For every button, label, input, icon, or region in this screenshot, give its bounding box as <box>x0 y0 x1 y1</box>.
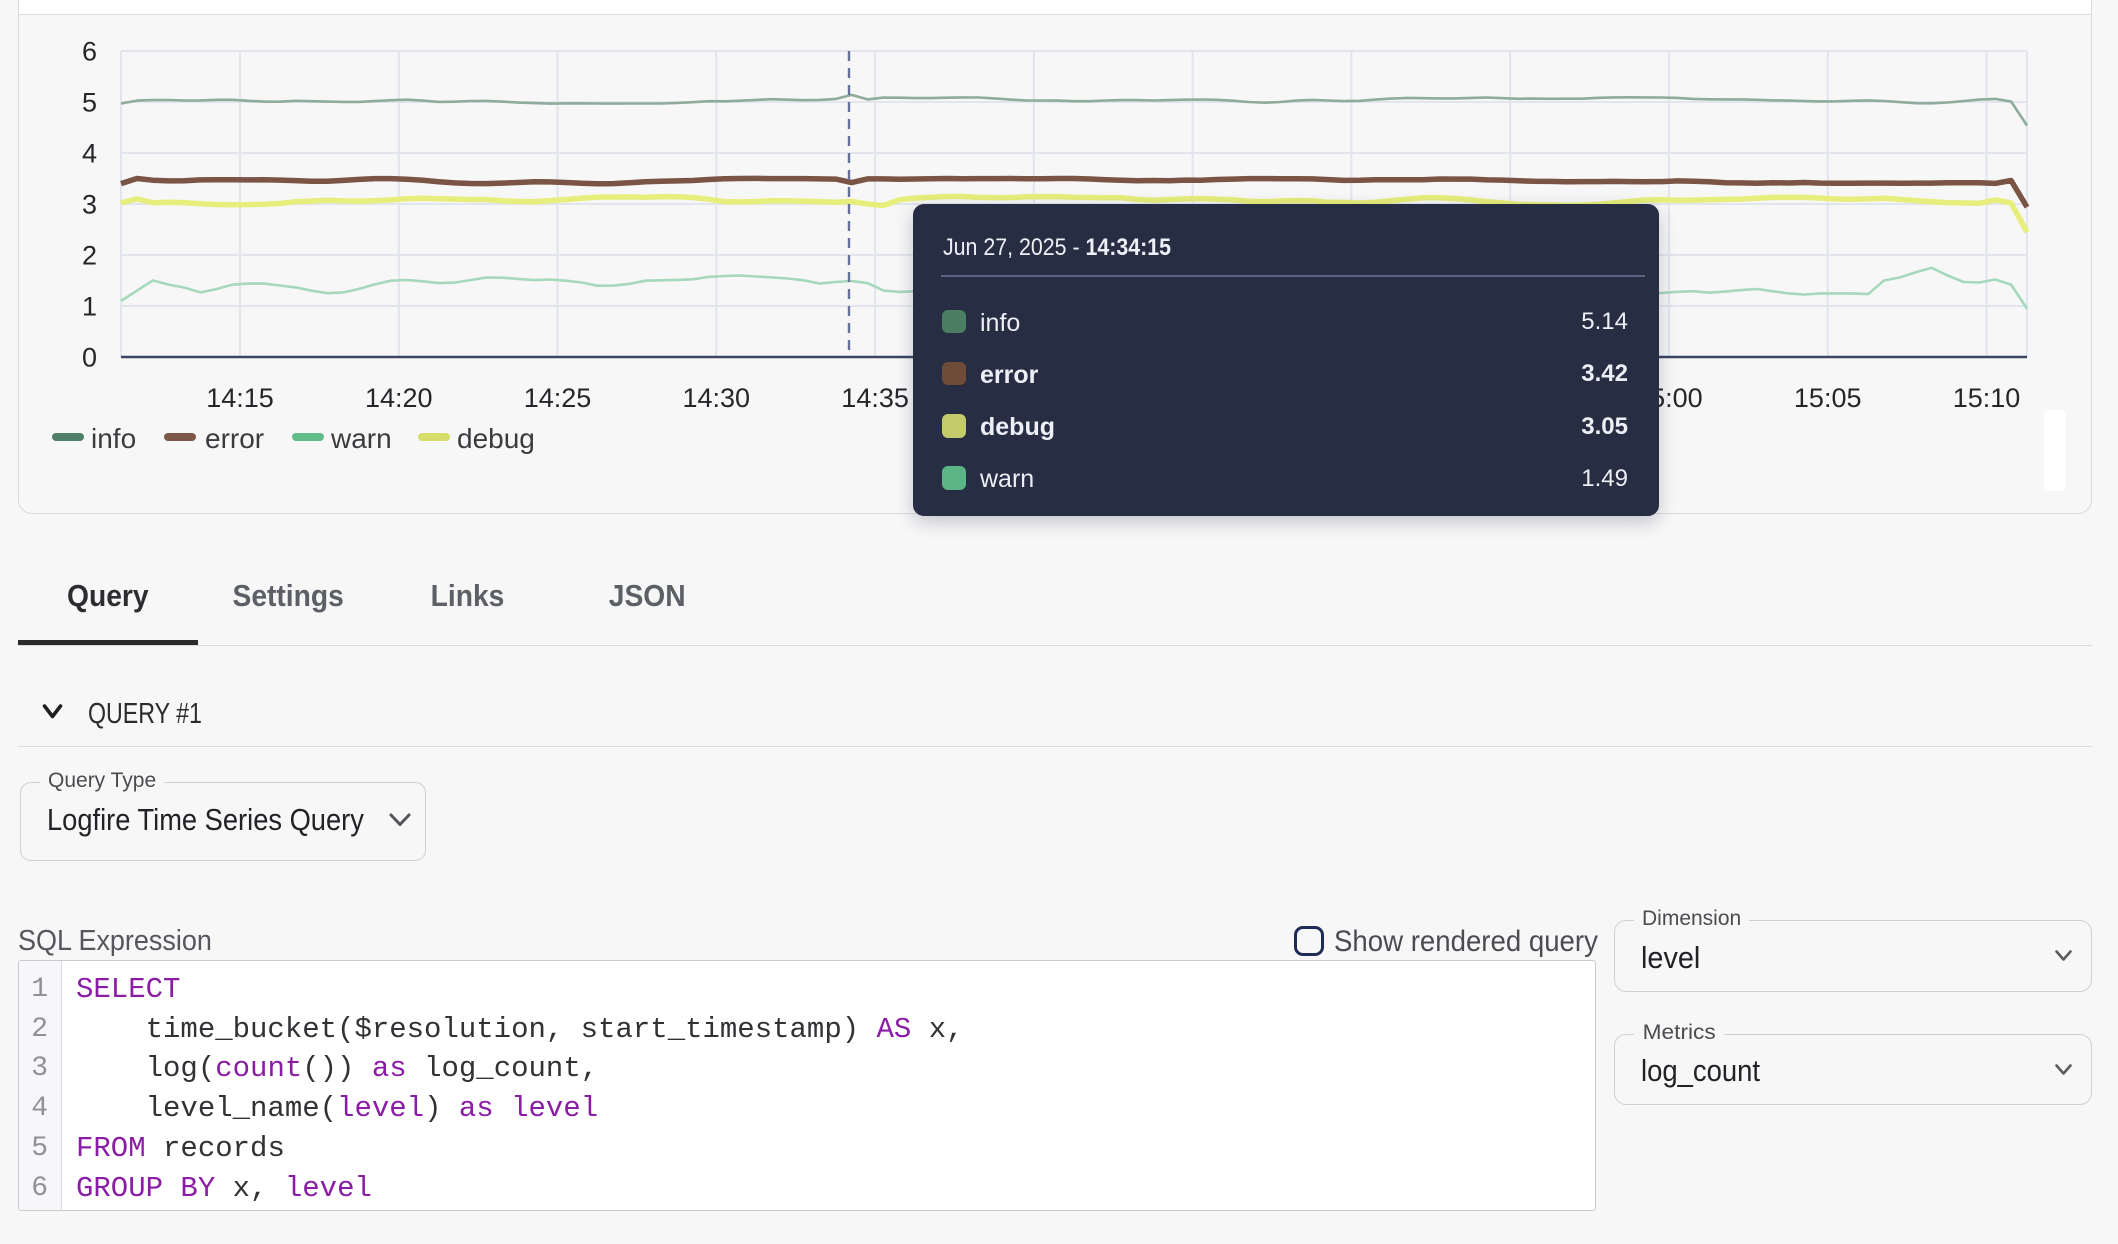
svg-text:14:20: 14:20 <box>365 383 433 413</box>
svg-text:4: 4 <box>82 139 97 169</box>
svg-text:15:10: 15:10 <box>1953 383 2021 413</box>
svg-text:15:05: 15:05 <box>1794 383 1862 413</box>
svg-text:14:25: 14:25 <box>524 383 592 413</box>
svg-text:3: 3 <box>82 190 97 220</box>
svg-text:14:35: 14:35 <box>841 383 909 413</box>
svg-text:5: 5 <box>82 88 97 118</box>
svg-text:14:30: 14:30 <box>683 383 751 413</box>
svg-text:0: 0 <box>82 343 97 373</box>
svg-text:1: 1 <box>82 292 97 322</box>
svg-text:6: 6 <box>82 37 97 67</box>
svg-text:2: 2 <box>82 241 97 271</box>
svg-text:14:15: 14:15 <box>206 383 274 413</box>
